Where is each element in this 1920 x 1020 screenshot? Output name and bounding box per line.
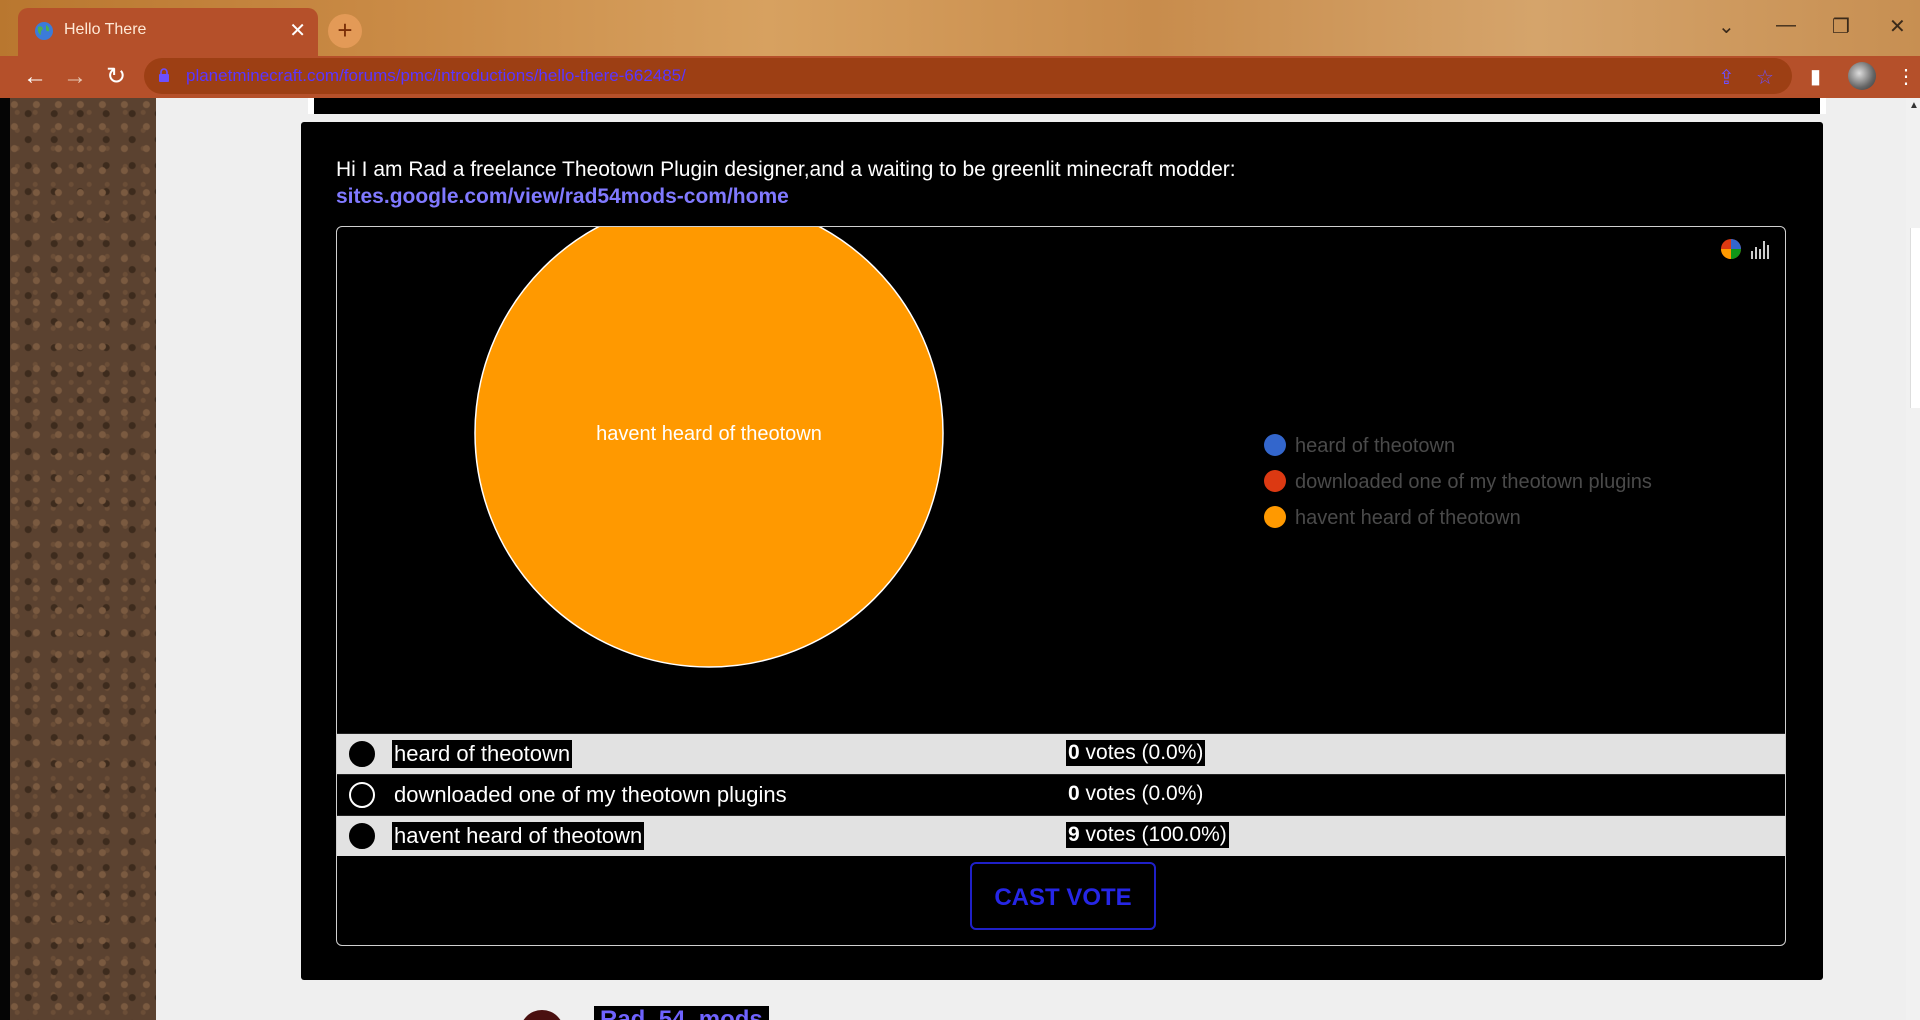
- poll-option-row[interactable]: heard of theotown 0 votes (0.0%): [337, 733, 1785, 774]
- window-close-icon[interactable]: ✕: [1889, 14, 1906, 39]
- browser-toolbar: ← → ↻ planetminecraft.com/forums/pmc/int…: [0, 56, 1920, 98]
- bar-chart-icon[interactable]: [1751, 241, 1769, 259]
- poll-box: havent heard of theotown heard of theotow…: [336, 198, 1786, 946]
- cast-vote-button[interactable]: CAST VOTE: [970, 862, 1156, 930]
- browser-tab[interactable]: Hello There ✕: [18, 8, 318, 56]
- minimize-icon[interactable]: —: [1776, 14, 1796, 37]
- star-icon[interactable]: ☆: [1756, 65, 1774, 90]
- back-icon[interactable]: ←: [20, 62, 50, 92]
- legend-marker: [1264, 506, 1286, 528]
- poll-option-votes: 0 votes (0.0%): [1066, 740, 1206, 766]
- poll-option-row[interactable]: havent heard of theotown 9 votes (100.0%): [337, 815, 1785, 856]
- poll-chart: havent heard of theotown heard of theotow…: [337, 198, 1785, 733]
- legend-marker: [1264, 434, 1286, 456]
- scrollbar-thumb[interactable]: [1910, 228, 1920, 408]
- legend-label[interactable]: heard of theotown: [1295, 435, 1455, 457]
- page-viewport: Hi I am Rad a freelance Theotown Plugin …: [0, 98, 1920, 1020]
- pie-chart-svg: havent heard of theotown heard of theotow…: [474, 198, 1652, 668]
- chart-type-icons: [1719, 237, 1771, 266]
- vote-count: 0: [1068, 741, 1080, 764]
- sidebar-icon[interactable]: ▮: [1810, 64, 1821, 89]
- profile-avatar[interactable]: [1848, 62, 1876, 90]
- tab-search-icon[interactable]: ⌄: [1718, 14, 1735, 39]
- dirt-background: [10, 98, 156, 1020]
- legend-marker: [1264, 470, 1286, 492]
- intro-text: Hi I am Rad a freelance Theotown Plugin …: [336, 158, 1236, 181]
- poll-options: heard of theotown 0 votes (0.0%) downloade…: [337, 733, 1785, 856]
- vote-count: 0: [1068, 782, 1080, 805]
- url-text[interactable]: planetminecraft.com/forums/pmc/introduct…: [186, 66, 686, 86]
- poll-option-row[interactable]: downloaded one of my theotown plugins 0 v…: [337, 774, 1785, 815]
- share-icon[interactable]: ⇪: [1718, 65, 1735, 90]
- page-left-edge: [0, 98, 10, 1020]
- vote-text: votes (0.0%): [1079, 741, 1204, 764]
- address-bar[interactable]: planetminecraft.com/forums/pmc/introduct…: [144, 58, 1792, 94]
- vote-text: votes (100.0%): [1079, 823, 1227, 846]
- mod-site-link[interactable]: sites.google.com/view/rad54mods-com/home: [336, 185, 789, 208]
- poll-option-label: heard of theotown: [392, 740, 573, 768]
- lock-icon: [159, 68, 169, 82]
- legend-label[interactable]: downloaded one of my theotown plugins: [1295, 471, 1652, 493]
- vote-text: votes (0.0%): [1079, 782, 1204, 805]
- poll-option-radio[interactable]: [349, 823, 375, 849]
- poll-option-votes: 9 votes (100.0%): [1066, 822, 1229, 848]
- forum-post: Hi I am Rad a freelance Theotown Plugin …: [301, 122, 1823, 980]
- forward-icon[interactable]: →: [60, 62, 90, 92]
- new-tab-button[interactable]: +: [328, 14, 362, 48]
- menu-icon[interactable]: ⋮: [1896, 64, 1916, 89]
- restore-icon[interactable]: ❐: [1832, 14, 1850, 39]
- pie-slice[interactable]: [474, 198, 944, 668]
- poll-option-votes: 0 votes (0.0%): [1066, 781, 1206, 807]
- next-post-author[interactable]: Rad_54_mods: [594, 1006, 769, 1020]
- scroll-up-icon[interactable]: ▲: [1909, 100, 1919, 111]
- previous-block: [308, 98, 1826, 114]
- poll-option-label: downloaded one of my theotown plugins: [392, 781, 789, 809]
- browser-titlebar: Hello There ✕ + ⌄ — ❐ ✕: [0, 0, 1920, 56]
- post-intro: Hi I am Rad a freelance Theotown Plugin …: [336, 156, 1236, 210]
- pie-slice-label: havent heard of theotown: [596, 423, 822, 445]
- vote-count: 9: [1068, 823, 1080, 846]
- legend-label[interactable]: havent heard of theotown: [1295, 507, 1521, 529]
- poll-option-radio[interactable]: [349, 782, 375, 808]
- poll-option-radio[interactable]: [349, 741, 375, 767]
- tab-close-icon[interactable]: ✕: [289, 18, 306, 43]
- tab-title: Hello There: [64, 21, 147, 38]
- poll-option-label: havent heard of theotown: [392, 822, 645, 850]
- reload-icon[interactable]: ↻: [101, 62, 131, 92]
- globe-icon: [35, 22, 53, 40]
- pie-chart-icon[interactable]: [1721, 239, 1741, 259]
